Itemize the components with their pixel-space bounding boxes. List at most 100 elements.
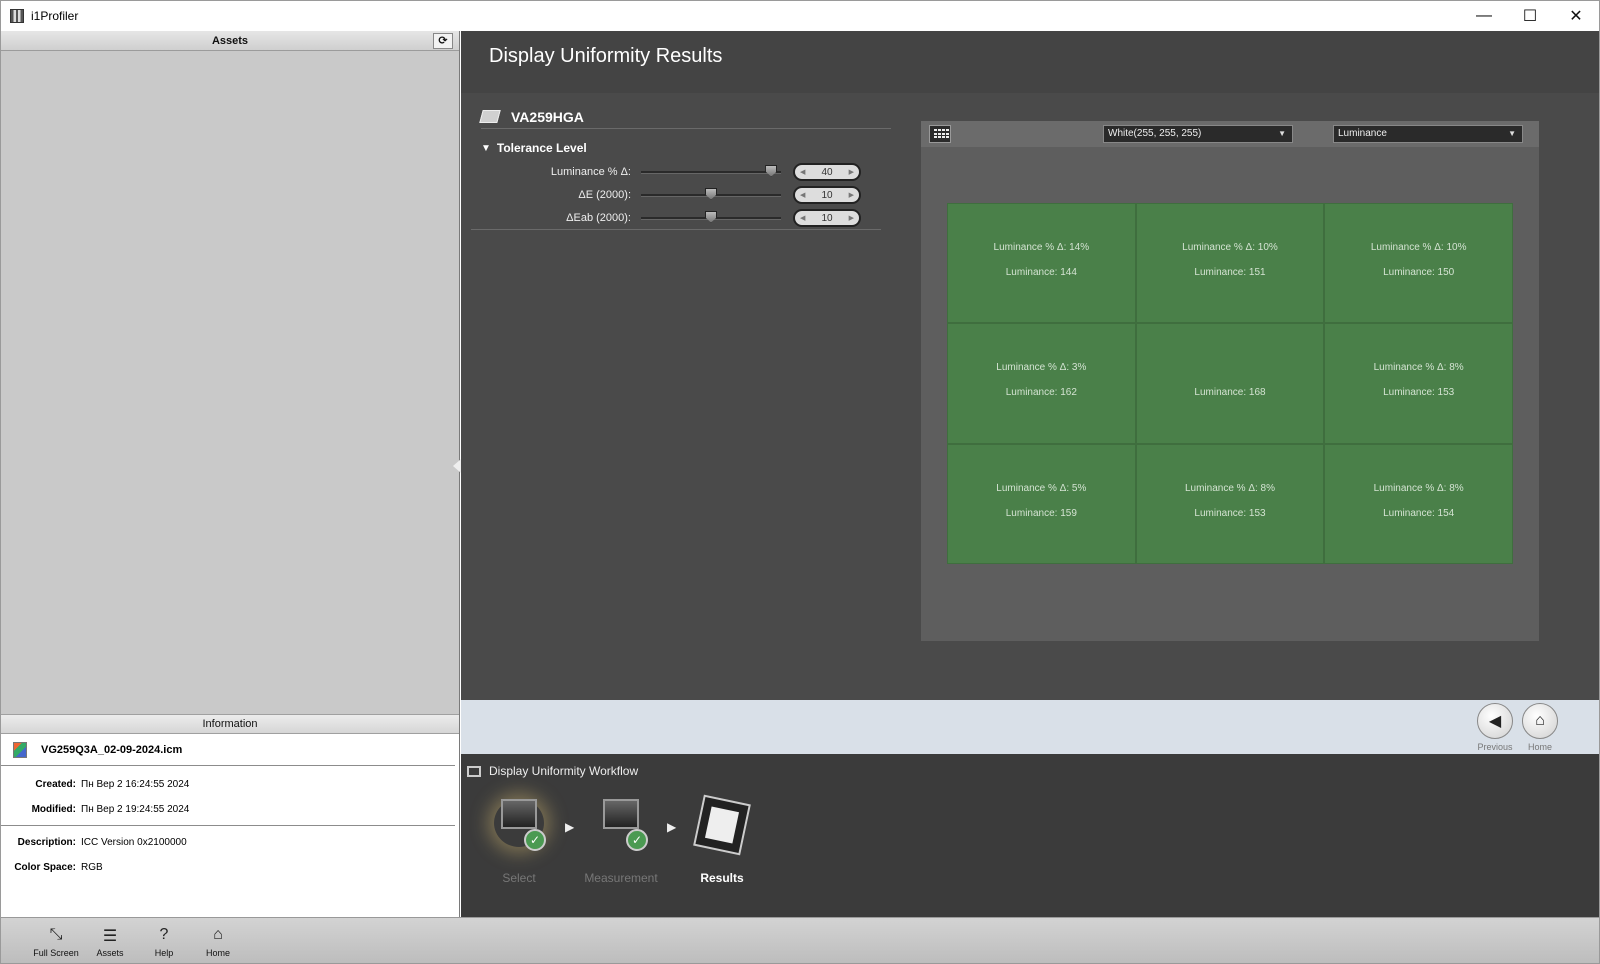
assets-list[interactable] bbox=[1, 51, 459, 714]
spinbox-value: 40 bbox=[821, 166, 833, 178]
check-icon: ✓ bbox=[524, 829, 546, 851]
slider-track[interactable] bbox=[641, 187, 781, 200]
collapse-panel-icon[interactable] bbox=[453, 459, 461, 473]
information-panel: VG259Q3A_02-09-2024.icm Created: Пн Вер … bbox=[1, 734, 459, 917]
cell-luminance: Luminance: 153 bbox=[1383, 387, 1455, 399]
arrow-right-icon: ▶ bbox=[565, 820, 575, 834]
spin-right-icon[interactable]: ▶ bbox=[849, 191, 854, 199]
modified-row: Modified: Пн Вер 2 19:24:55 2024 bbox=[1, 797, 455, 822]
select-step-icon: ✓ bbox=[494, 799, 546, 851]
created-label: Created: bbox=[35, 779, 76, 790]
cell-luminance: Luminance: 162 bbox=[1005, 387, 1077, 399]
previous-button[interactable]: ◀ bbox=[1477, 703, 1513, 739]
modified-label: Modified: bbox=[31, 804, 76, 815]
grid-cell: Luminance % Δ: 8% Luminance: 153 bbox=[1135, 443, 1325, 564]
step-label: Results bbox=[700, 871, 744, 885]
spinbox[interactable]: ◀ 10 ▶ bbox=[793, 209, 861, 227]
chevron-down-icon: ▼ bbox=[1278, 129, 1286, 138]
step-select[interactable]: ✓ Select bbox=[479, 799, 559, 885]
help-label: Help bbox=[154, 948, 174, 958]
slider-track[interactable] bbox=[641, 164, 781, 177]
step-results[interactable]: Results bbox=[682, 794, 762, 885]
color-select-value: White(255, 255, 255) bbox=[1108, 128, 1202, 139]
slider-luminance: Luminance % Δ: ◀ 40 ▶ bbox=[481, 161, 871, 183]
display-device-icon bbox=[479, 110, 501, 123]
help-button[interactable]: ? Help bbox=[137, 926, 191, 963]
home-button[interactable]: ⌂ Home bbox=[191, 926, 245, 963]
slider-thumb[interactable] bbox=[765, 164, 778, 177]
action-bar: ◀ Previous ⌂ Home bbox=[461, 700, 1599, 754]
spinbox[interactable]: ◀ 10 ▶ bbox=[793, 186, 861, 204]
refresh-icon[interactable]: ⟳ bbox=[433, 33, 453, 49]
grid-layout-icon[interactable] bbox=[929, 125, 951, 143]
spinbox-value: 10 bbox=[821, 212, 833, 224]
information-header: Information bbox=[1, 714, 459, 734]
spin-right-icon[interactable]: ▶ bbox=[849, 168, 854, 176]
assets-label: Assets bbox=[96, 948, 124, 958]
description-value: ICC Version 0x2100000 bbox=[81, 837, 187, 848]
spin-right-icon[interactable]: ▶ bbox=[849, 214, 854, 222]
cell-delta: Luminance % Δ: 3% bbox=[996, 362, 1087, 374]
cell-luminance: Luminance: 168 bbox=[1194, 387, 1266, 399]
tolerance-label: Tolerance Level bbox=[496, 141, 587, 155]
mode-select-value: Luminance bbox=[1338, 128, 1387, 139]
tolerance-level-toggle[interactable]: ▼ Tolerance Level bbox=[481, 141, 587, 155]
cell-delta: Luminance % Δ: 14% bbox=[993, 242, 1090, 253]
dates-group: Created: Пн Вер 2 16:24:55 2024 Modified… bbox=[1, 766, 455, 826]
step-measurement[interactable]: ✓ Measurement bbox=[581, 799, 661, 885]
app-icon bbox=[10, 9, 24, 23]
grid-toolbar: White(255, 255, 255) ▼ Luminance ▼ bbox=[921, 121, 1539, 147]
arrow-right-icon: ▶ bbox=[667, 820, 677, 834]
description-row: Description: ICC Version 0x2100000 bbox=[1, 830, 459, 855]
file-row: VG259Q3A_02-09-2024.icm bbox=[1, 734, 455, 766]
triangle-down-icon: ▼ bbox=[481, 142, 491, 154]
window-controls: — ☐ ✕ bbox=[1461, 1, 1599, 31]
cell-delta: Luminance % Δ: 5% bbox=[996, 482, 1087, 494]
fullscreen-icon: ⤡ bbox=[49, 926, 63, 943]
color-select[interactable]: White(255, 255, 255) ▼ bbox=[1103, 125, 1293, 143]
modified-value: Пн Вер 2 19:24:55 2024 bbox=[81, 804, 190, 815]
mode-select[interactable]: Luminance ▼ bbox=[1333, 125, 1523, 143]
spinbox-value: 10 bbox=[821, 189, 833, 201]
minimize-button[interactable]: — bbox=[1461, 1, 1507, 31]
created-value: Пн Вер 2 16:24:55 2024 bbox=[81, 779, 190, 790]
spin-left-icon[interactable]: ◀ bbox=[800, 191, 805, 199]
monitor-icon bbox=[467, 765, 481, 777]
step-label: Measurement bbox=[584, 871, 658, 885]
grid-cell: Luminance % Δ: 10% Luminance: 150 bbox=[1324, 203, 1513, 324]
slider-label: Luminance % Δ: bbox=[550, 166, 631, 178]
assets-header-label: Assets bbox=[211, 35, 249, 47]
slider-de2000: ΔE (2000): ◀ 10 ▶ bbox=[481, 184, 871, 206]
cell-luminance: Luminance: 154 bbox=[1383, 507, 1455, 519]
tolerance-divider bbox=[471, 229, 881, 230]
chevron-down-icon: ▼ bbox=[1508, 129, 1516, 138]
device-row: VA259HGA bbox=[479, 105, 891, 129]
fullscreen-button[interactable]: ⤡ Full Screen bbox=[29, 926, 83, 963]
slider-thumb[interactable] bbox=[705, 187, 717, 200]
cell-delta: Luminance % Δ: 10% bbox=[1182, 242, 1278, 253]
home-icon: ⌂ bbox=[213, 926, 223, 943]
file-name: VG259Q3A_02-09-2024.icm bbox=[41, 743, 183, 756]
slider-thumb[interactable] bbox=[705, 210, 717, 223]
bottom-toolbar: ⤡ Full Screen ☰ Assets ? Help ⌂ Home bbox=[1, 917, 1599, 963]
help-icon: ? bbox=[159, 926, 169, 943]
main-panel: Display Uniformity Results VA259HGA ▼ To… bbox=[461, 31, 1599, 917]
slider-label: ΔE (2000): bbox=[578, 189, 631, 201]
spin-left-icon[interactable]: ◀ bbox=[800, 214, 805, 222]
home-nav-button[interactable]: ⌂ bbox=[1522, 703, 1558, 739]
assets-header: Assets ⟳ bbox=[1, 31, 459, 51]
close-button[interactable]: ✕ bbox=[1553, 1, 1599, 31]
maximize-button[interactable]: ☐ bbox=[1507, 1, 1553, 31]
step-label: Select bbox=[502, 871, 536, 885]
spinbox[interactable]: ◀ 40 ▶ bbox=[793, 163, 861, 181]
assets-button[interactable]: ☰ Assets bbox=[83, 926, 137, 963]
device-name: VA259HGA bbox=[511, 108, 584, 125]
colorspace-row: Color Space: RGB bbox=[1, 855, 459, 880]
spin-left-icon[interactable]: ◀ bbox=[800, 168, 805, 176]
slider-deab2000: ΔEab (2000): ◀ 10 ▶ bbox=[481, 207, 871, 229]
created-row: Created: Пн Вер 2 16:24:55 2024 bbox=[1, 772, 455, 797]
slider-track[interactable] bbox=[641, 210, 781, 223]
cell-luminance: Luminance: 151 bbox=[1194, 267, 1266, 278]
check-icon: ✓ bbox=[626, 829, 648, 851]
slider-label: ΔEab (2000): bbox=[566, 212, 631, 224]
